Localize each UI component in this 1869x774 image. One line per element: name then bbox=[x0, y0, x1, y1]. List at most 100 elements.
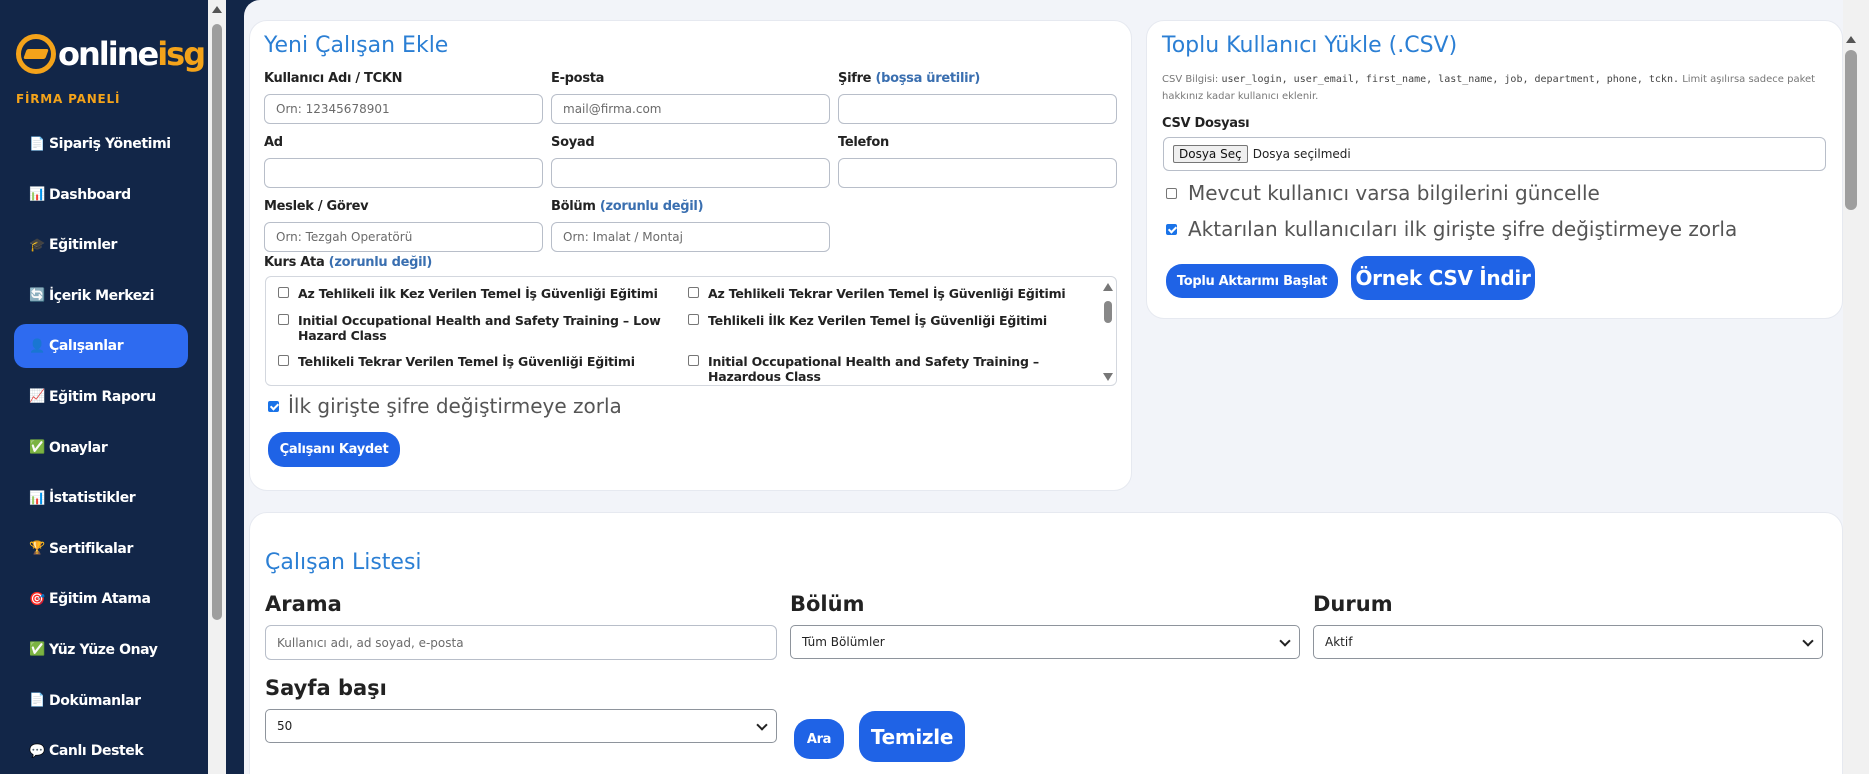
trophy-icon: 🏆 bbox=[29, 541, 45, 557]
phone-label: Telefon bbox=[838, 135, 889, 150]
bulk-force-password-checkbox[interactable] bbox=[1166, 223, 1177, 235]
password-label: Şifre (boşsa üretilir) bbox=[838, 71, 980, 86]
last-name-label: Soyad bbox=[551, 135, 595, 150]
first-name-input[interactable] bbox=[264, 158, 543, 188]
sidebar-item-9[interactable]: 🏆 Sertifikalar bbox=[14, 527, 188, 571]
course-label-2: Az Tehlikeli Tekrar Verilen Temel İş Güv… bbox=[708, 286, 1066, 301]
phone-input[interactable] bbox=[838, 158, 1117, 188]
document-icon: 📄 bbox=[29, 693, 45, 709]
scroll-down-arrow-icon[interactable] bbox=[1103, 373, 1113, 381]
per-page-select[interactable]: 50 bbox=[265, 709, 777, 743]
sidebar-item-3[interactable]: 🎓 Eğitimler bbox=[14, 223, 188, 267]
email-input[interactable]: mail@firma.com bbox=[551, 94, 830, 124]
clear-button[interactable]: Temizle bbox=[859, 711, 965, 762]
course-label: Kurs Ata (zorunlu değil) bbox=[264, 255, 432, 270]
sidebar-item-5[interactable]: 👤 Çalışanlar bbox=[14, 324, 188, 369]
course-list-scrollbar-thumb[interactable] bbox=[1104, 301, 1112, 323]
check-icon: ✅ bbox=[29, 642, 45, 658]
page-scrollbar-thumb[interactable] bbox=[1845, 50, 1857, 210]
status-filter-select[interactable]: Aktif bbox=[1313, 625, 1823, 659]
save-employee-button[interactable]: Çalışanı Kaydet bbox=[268, 432, 400, 467]
csv-file-label: CSV Dosyası bbox=[1162, 116, 1250, 131]
sidebar-item-10[interactable]: 🎯 Eğitim Atama bbox=[14, 577, 188, 621]
sidebar-item-7[interactable]: ✅ Onaylar bbox=[14, 426, 188, 470]
course-checkbox-1[interactable] bbox=[278, 287, 289, 298]
search-input[interactable]: Kullanıcı adı, ad soyad, e-posta bbox=[265, 625, 777, 660]
force-password-checkbox[interactable] bbox=[268, 400, 279, 412]
stats-icon: 📊 bbox=[29, 490, 45, 506]
bulk-force-password-row[interactable]: Aktarılan kullanıcıları ilk girişte şifr… bbox=[1166, 217, 1737, 241]
add-employee-title: Yeni Çalışan Ekle bbox=[264, 33, 449, 58]
chevron-down-icon bbox=[1802, 635, 1814, 647]
username-label: Kullanıcı Adı / TCKN bbox=[264, 71, 403, 86]
course-checkbox-4[interactable] bbox=[688, 314, 699, 325]
course-checkbox-5[interactable] bbox=[278, 355, 289, 366]
logo[interactable]: onlineisg bbox=[16, 30, 206, 78]
sidebar-item-label: Sertifikalar bbox=[49, 540, 133, 557]
sidebar-item-11[interactable]: ✅ Yüz Yüze Onay bbox=[14, 628, 188, 672]
document-icon: 📄 bbox=[29, 136, 45, 152]
course-label-5: Tehlikeli Tekrar Verilen Temel İş Güvenl… bbox=[298, 354, 635, 369]
employee-list-title: Çalışan Listesi bbox=[265, 550, 422, 575]
sidebar-nav: 📄 Sipariş Yönetimi 📊 Dashboard 🎓 Eğitimler 🔄 İç… bbox=[14, 122, 188, 774]
course-label-4: Tehlikeli İlk Kez Verilen Temel İş Güven… bbox=[708, 313, 1047, 328]
force-password-row[interactable]: İlk girişte şifre değiştirmeye zorla bbox=[268, 394, 622, 418]
department-filter-select[interactable]: Tüm Bölümler bbox=[790, 625, 1300, 659]
password-input[interactable] bbox=[838, 94, 1117, 124]
chevron-down-icon bbox=[1279, 635, 1291, 647]
csv-info: CSV Bilgisi: user_login, user_email, fir… bbox=[1162, 71, 1832, 105]
sidebar-item-1[interactable]: 📄 Sipariş Yönetimi bbox=[14, 122, 188, 166]
sidebar-item-6[interactable]: 📈 Eğitim Raporu bbox=[14, 375, 188, 419]
sidebar-item-8[interactable]: 📊 İstatistikler bbox=[14, 476, 188, 520]
chevron-down-icon bbox=[756, 719, 768, 731]
trend-chart-icon: 📈 bbox=[29, 389, 45, 405]
first-name-label: Ad bbox=[264, 135, 283, 150]
password-hint: (boşsa üretilir) bbox=[875, 71, 981, 86]
graduation-cap-logo-icon bbox=[16, 34, 56, 74]
username-input[interactable]: Orn: 12345678901 bbox=[264, 94, 543, 124]
choose-file-button[interactable]: Dosya Seç bbox=[1173, 145, 1248, 163]
scroll-up-arrow-icon[interactable] bbox=[1103, 283, 1113, 291]
csv-file-input[interactable]: Dosya Seç Dosya seçilmedi bbox=[1163, 137, 1826, 171]
sidebar-item-12[interactable]: 📄 Dokümanlar bbox=[14, 679, 188, 723]
search-button[interactable]: Ara bbox=[794, 719, 844, 759]
force-password-label: İlk girişte şifre değiştirmeye zorla bbox=[288, 394, 622, 418]
sidebar-item-label: Dokümanlar bbox=[49, 692, 141, 709]
job-input[interactable]: Orn: Tezgah Operatörü bbox=[264, 222, 543, 252]
target-icon: 🎯 bbox=[29, 591, 45, 607]
page-scrollbar[interactable] bbox=[1843, 0, 1869, 774]
department-input[interactable]: Orn: Imalat / Montaj bbox=[551, 222, 830, 252]
sidebar-item-13[interactable]: 💬 Canlı Destek bbox=[14, 729, 188, 773]
sidebar-item-label: Eğitim Raporu bbox=[49, 388, 156, 405]
course-label-6: Initial Occupational Health and Safety T… bbox=[708, 354, 1039, 384]
sidebar-item-4[interactable]: 🔄 İçerik Merkezi bbox=[14, 274, 188, 318]
bar-chart-icon: 📊 bbox=[29, 187, 45, 203]
scroll-up-arrow-icon[interactable] bbox=[212, 6, 222, 13]
scroll-up-arrow-icon[interactable] bbox=[1846, 36, 1856, 43]
last-name-input[interactable] bbox=[551, 158, 830, 188]
course-label-1: Az Tehlikeli İlk Kez Verilen Temel İş Gü… bbox=[298, 286, 658, 301]
sidebar-item-label: Çalışanlar bbox=[49, 338, 124, 355]
per-page-label: Sayfa başı bbox=[265, 676, 387, 700]
update-existing-checkbox[interactable] bbox=[1166, 187, 1177, 199]
logo-text-isg: isg bbox=[157, 35, 206, 73]
course-checkbox-6[interactable] bbox=[688, 355, 699, 366]
graduation-cap-icon: 🎓 bbox=[29, 237, 45, 253]
sidebar-item-label: Onaylar bbox=[49, 439, 108, 456]
course-list-scrollbar[interactable] bbox=[1102, 281, 1114, 381]
sidebar-item-label: Dashboard bbox=[49, 186, 131, 203]
start-bulk-import-button[interactable]: Toplu Aktarımı Başlat bbox=[1166, 264, 1338, 298]
course-label-3: Initial Occupational Health and Safety T… bbox=[298, 313, 661, 343]
sidebar-scrollbar-thumb[interactable] bbox=[212, 24, 222, 620]
refresh-icon: 🔄 bbox=[29, 288, 45, 304]
csv-info-prefix: CSV Bilgisi: bbox=[1162, 74, 1219, 85]
download-sample-csv-button[interactable]: Örnek CSV İndir bbox=[1351, 256, 1535, 300]
course-checkbox-3[interactable] bbox=[278, 314, 289, 325]
sidebar-item-label: Eğitim Atama bbox=[49, 591, 151, 608]
sidebar-scrollbar[interactable] bbox=[208, 0, 226, 774]
update-existing-row[interactable]: Mevcut kullanıcı varsa bilgilerini günce… bbox=[1166, 181, 1600, 205]
course-checkbox-2[interactable] bbox=[688, 287, 699, 298]
sidebar-item-2[interactable]: 📊 Dashboard bbox=[14, 173, 188, 217]
course-list[interactable]: Az Tehlikeli İlk Kez Verilen Temel İş Gü… bbox=[265, 276, 1117, 386]
bulk-force-password-label: Aktarılan kullanıcıları ilk girişte şifr… bbox=[1188, 217, 1738, 241]
